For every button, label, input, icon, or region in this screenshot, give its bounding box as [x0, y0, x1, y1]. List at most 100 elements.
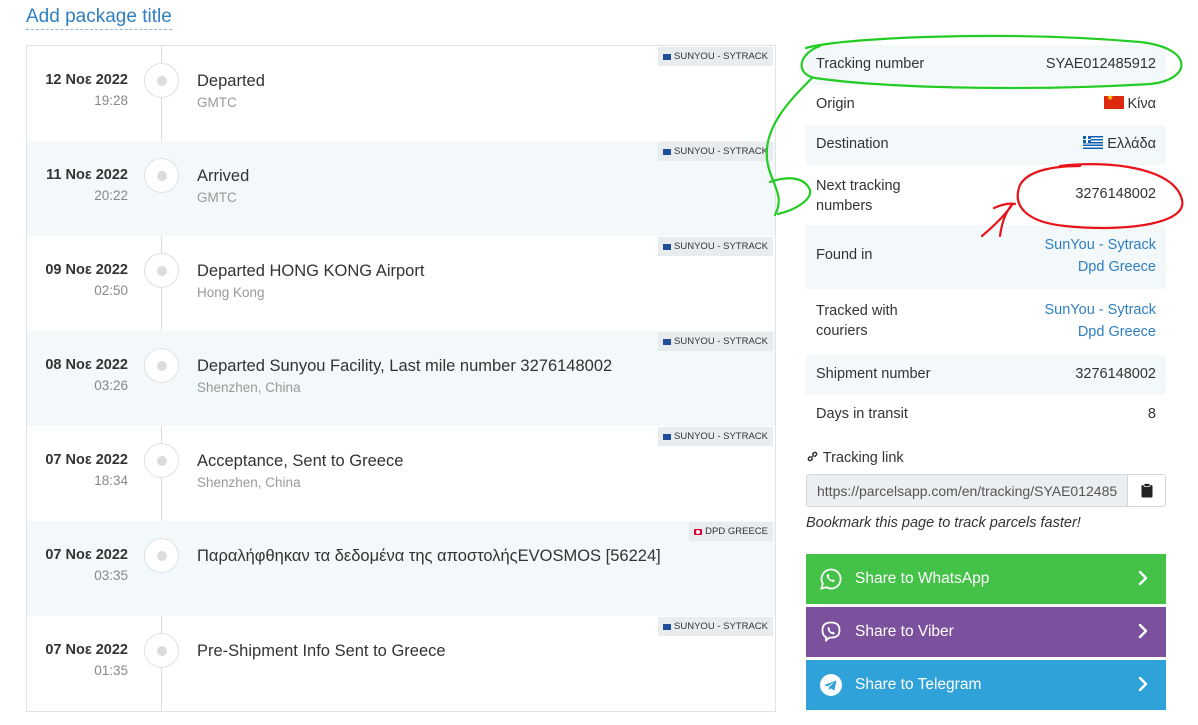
courier-badge: DPD GREECE — [689, 522, 773, 541]
event-status: Παραλήφθηκαν τα δεδομένα της αποστολήςEV… — [197, 547, 661, 565]
chevron-right-icon — [1138, 570, 1148, 586]
bookmark-note: Bookmark this page to track parcels fast… — [806, 515, 1081, 531]
telegram-icon — [818, 672, 844, 698]
courier-name: SUNYOU - SYTRACK — [674, 431, 768, 442]
tracking-number-row: Tracking number SYAE012485912 — [806, 45, 1166, 85]
event-time: 03:35 — [94, 568, 128, 583]
origin-country: Κίνα — [1127, 96, 1156, 112]
next-tracking-label: Next tracking numbers — [816, 176, 901, 216]
found-in-courier-link[interactable]: Dpd Greece — [1045, 256, 1156, 278]
event-date: 11 Νοε 2022 — [46, 167, 128, 183]
days-in-transit-value: 8 — [1147, 406, 1156, 422]
tracked-with-label-line2: couriers — [816, 323, 868, 339]
share-whatsapp-button[interactable]: Share to WhatsApp — [806, 554, 1166, 604]
timeline-event: SUNYOU - SYTRACK 11 Νοε 2022 20:22 Arriv… — [27, 141, 775, 236]
courier-name: SUNYOU - SYTRACK — [674, 146, 768, 157]
event-date: 09 Νοε 2022 — [45, 262, 128, 278]
tracking-link-box — [806, 474, 1166, 507]
timeline-dot-icon — [144, 158, 179, 193]
share-telegram-button[interactable]: Share to Telegram — [806, 660, 1166, 710]
next-tracking-value: 3276148002 — [1075, 186, 1156, 202]
shipment-number-value: 3276148002 — [1075, 366, 1156, 382]
chevron-right-icon — [1138, 623, 1148, 639]
timeline-event: SUNYOU - SYTRACK 08 Νοε 2022 03:26 Depar… — [27, 331, 775, 426]
chevron-right-icon — [1138, 676, 1148, 692]
timeline-dot-icon — [144, 633, 179, 668]
days-in-transit-row: Days in transit 8 — [806, 395, 1166, 435]
courier-name: SUNYOU - SYTRACK — [674, 621, 768, 632]
courier-badge: SUNYOU - SYTRACK — [658, 47, 773, 66]
tracked-with-courier-link[interactable]: SunYou - Sytrack — [1045, 299, 1157, 321]
days-in-transit-label: Days in transit — [816, 406, 908, 422]
event-time: 01:35 — [94, 663, 128, 678]
share-telegram-label: Share to Telegram — [855, 676, 982, 693]
origin-row: Origin Κίνα — [806, 85, 1166, 125]
tracked-with-courier-link[interactable]: Dpd Greece — [1045, 321, 1156, 343]
courier-badge: SUNYOU - SYTRACK — [658, 142, 773, 161]
next-tracking-label-line1: Next tracking — [816, 178, 901, 194]
share-viber-button[interactable]: Share to Viber — [806, 607, 1166, 657]
sunyou-logo-icon — [663, 243, 672, 250]
found-in-label: Found in — [816, 247, 873, 263]
destination-row: Destination Ελλάδα — [806, 125, 1166, 165]
tracking-link-input[interactable] — [807, 475, 1127, 506]
event-time: 03:26 — [94, 378, 128, 393]
found-in-row: Found in SunYou - Sytrack Dpd Greece — [806, 225, 1166, 289]
found-in-courier-link[interactable]: SunYou - Sytrack — [1045, 234, 1157, 256]
timeline-event: SUNYOU - SYTRACK 09 Νοε 2022 02:50 Depar… — [27, 236, 775, 331]
event-location: GMTC — [197, 190, 237, 205]
event-status: Acceptance, Sent to Greece — [197, 452, 404, 470]
tracked-with-values: SunYou - Sytrack Dpd Greece — [1045, 299, 1157, 343]
tracking-number-value: SYAE012485912 — [1045, 56, 1156, 72]
greece-flag-icon — [1083, 136, 1104, 149]
copy-link-button[interactable] — [1127, 475, 1165, 506]
package-info-table: Tracking number SYAE012485912 Origin Κίν… — [806, 45, 1166, 435]
sunyou-logo-icon — [663, 623, 672, 630]
tracking-timeline: SUNYOU - SYTRACK 12 Νοε 2022 19:28 Depar… — [26, 45, 776, 712]
event-location: Shenzhen, China — [197, 475, 301, 490]
event-status: Departed HONG KONG Airport — [197, 262, 425, 280]
courier-name: SUNYOU - SYTRACK — [674, 336, 768, 347]
add-package-title-link[interactable]: Add package title — [26, 6, 172, 30]
courier-name: SUNYOU - SYTRACK — [674, 241, 768, 252]
timeline-dot-icon — [144, 253, 179, 288]
china-flag-icon — [1104, 93, 1125, 109]
destination-country: Ελλάδα — [1107, 136, 1156, 152]
dpd-logo-icon — [694, 528, 703, 535]
event-date: 12 Νοε 2022 — [45, 72, 128, 88]
whatsapp-icon — [818, 566, 844, 592]
shipment-number-row: Shipment number 3276148002 — [806, 355, 1166, 395]
timeline-dot-icon — [144, 348, 179, 383]
event-time: 02:50 — [94, 283, 128, 298]
origin-value: Κίνα — [1104, 93, 1156, 112]
event-time: 19:28 — [94, 93, 128, 108]
found-in-values: SunYou - Sytrack Dpd Greece — [1045, 234, 1157, 278]
event-time: 18:34 — [94, 473, 128, 488]
event-status: Departed Sunyou Facility, Last mile numb… — [197, 357, 613, 375]
viber-icon — [818, 619, 844, 645]
event-location: Hong Kong — [197, 285, 265, 300]
event-date: 07 Νοε 2022 — [45, 547, 128, 563]
tracked-with-label: Tracked with couriers — [816, 301, 898, 341]
event-location: Shenzhen, China — [197, 380, 301, 395]
share-viber-label: Share to Viber — [855, 623, 954, 640]
next-tracking-row: Next tracking numbers 3276148002 — [806, 165, 1166, 225]
origin-label: Origin — [816, 96, 855, 112]
courier-name: SUNYOU - SYTRACK — [674, 51, 768, 62]
timeline-event: SUNYOU - SYTRACK 12 Νοε 2022 19:28 Depar… — [27, 46, 775, 141]
timeline-dot-icon — [144, 538, 179, 573]
tracked-with-row: Tracked with couriers SunYou - Sytrack Dp… — [806, 289, 1166, 355]
event-status: Departed — [197, 72, 265, 90]
timeline-event: DPD GREECE 07 Νοε 2022 03:35 Παραλήφθηκα… — [27, 521, 775, 616]
timeline-dot-icon — [144, 63, 179, 98]
sunyou-logo-icon — [663, 53, 672, 60]
event-status: Arrived — [197, 167, 250, 185]
clipboard-icon — [1141, 483, 1152, 498]
link-icon — [807, 451, 818, 462]
courier-badge: SUNYOU - SYTRACK — [658, 332, 773, 351]
tracking-number-label: Tracking number — [816, 56, 925, 72]
timeline-dot-icon — [144, 443, 179, 478]
courier-badge: SUNYOU - SYTRACK — [658, 427, 773, 446]
event-date: 07 Νοε 2022 — [45, 452, 128, 468]
shipment-number-label: Shipment number — [816, 366, 931, 382]
